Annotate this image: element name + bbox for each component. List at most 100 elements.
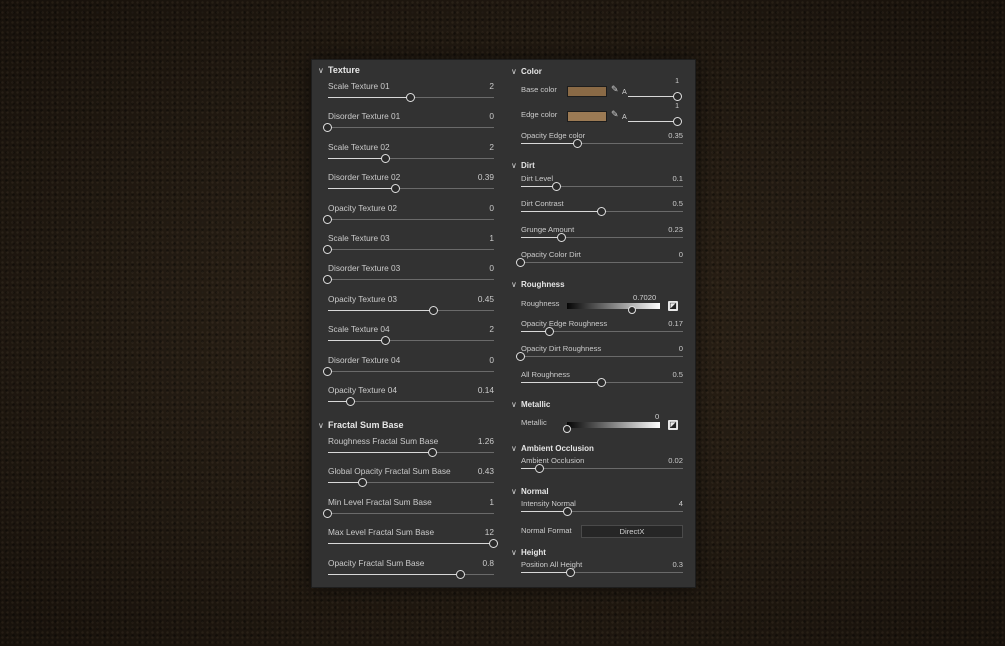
slider-knob[interactable] [566,568,576,577]
slider-knob[interactable] [545,327,555,336]
slider-knob[interactable] [628,306,637,314]
slider-knob[interactable] [323,214,332,224]
param-slider[interactable] [323,366,494,376]
section-fractal-header[interactable]: ∨ Fractal Sum Base [318,419,404,431]
chevron-down-icon[interactable]: ∨ [318,421,328,430]
param-slider[interactable] [521,232,683,242]
slider-knob[interactable] [346,397,356,406]
slider-knob[interactable] [357,478,367,488]
param-row: Scale Texture 01 2 [328,81,494,111]
section-texture-header[interactable]: ∨ Texture [318,64,360,76]
param-slider[interactable] [323,245,494,254]
param-slider[interactable] [521,507,683,516]
eyedropper-icon[interactable]: ✎ [611,84,619,95]
param-slider[interactable] [328,184,494,194]
param-slider[interactable] [328,569,494,579]
slider-knob[interactable] [323,123,332,133]
param-slider[interactable] [328,153,494,163]
base-color-swatch[interactable] [567,86,607,97]
section-color-header[interactable]: ∨ Color [511,65,542,77]
slider-knob[interactable] [391,184,401,194]
param-value: 1.26 [477,436,494,446]
section-height-header[interactable]: ∨ Height [511,546,546,558]
chevron-down-icon[interactable]: ∨ [511,280,521,289]
param-slider[interactable] [328,539,498,549]
param-slider[interactable] [328,397,494,406]
slider-knob[interactable] [535,464,545,473]
param-slider[interactable] [328,336,494,346]
slider-knob[interactable] [323,275,332,285]
param-row: Intensity Normal 4 [521,499,683,524]
param-slider[interactable] [521,182,683,191]
chevron-down-icon[interactable]: ∨ [511,444,521,453]
roughness-gradient-slider[interactable] [567,303,660,314]
param-slider[interactable] [521,377,683,387]
slider-knob[interactable] [563,425,571,433]
chevron-down-icon[interactable]: ∨ [511,487,521,496]
chevron-down-icon[interactable]: ∨ [318,66,328,75]
param-slider[interactable] [521,464,683,473]
chevron-down-icon[interactable]: ∨ [511,67,521,76]
param-value: 1 [489,496,494,507]
alpha-slider[interactable] [628,92,682,101]
param-row: Dirt Level 0.1 [521,174,683,199]
param-label: Opacity Color Dirt [521,250,581,260]
param-slider[interactable] [521,568,683,577]
slider-knob[interactable] [427,448,437,457]
param-slider[interactable] [328,448,494,457]
slider-knob[interactable] [597,377,606,387]
section-title: Roughness [521,279,565,289]
slider-knob[interactable] [323,508,332,518]
slider-knob[interactable] [429,305,439,315]
section-metallic-header[interactable]: ∨ Metallic [511,398,550,410]
slider-knob[interactable] [597,207,606,217]
slider-knob[interactable] [455,569,465,579]
param-slider[interactable] [516,258,683,268]
metallic-gradient-slider[interactable] [563,422,660,433]
edge-color-swatch[interactable] [567,111,607,122]
section-dirt-header[interactable]: ∨ Dirt [511,159,535,171]
slider-knob[interactable] [381,336,391,346]
normal-format-select[interactable]: DirectX [581,525,683,538]
param-slider[interactable] [323,508,494,518]
chevron-down-icon[interactable]: ∨ [511,400,521,409]
slider-knob[interactable] [551,182,561,191]
slider-knob[interactable] [323,245,332,254]
slider-knob[interactable] [673,117,682,126]
param-value: 0.23 [668,224,683,234]
param-slider[interactable] [521,327,683,336]
section-ao-header[interactable]: ∨ Ambient Occlusion [511,442,594,454]
param-slider[interactable] [521,207,683,217]
metallic-value: 0 [655,412,660,421]
slider-knob[interactable] [562,507,572,516]
eyedropper-icon[interactable]: ✎ [611,109,619,120]
gradient-toggle-icon[interactable]: ◪ [668,301,678,311]
gradient-toggle-icon[interactable]: ◪ [668,420,678,430]
slider-knob[interactable] [381,153,391,163]
slider-knob[interactable] [556,232,566,242]
slider-knob[interactable] [323,366,332,376]
slider-knob[interactable] [406,93,415,102]
chevron-down-icon[interactable]: ∨ [511,548,521,557]
slider-knob[interactable] [516,352,525,362]
slider-knob[interactable] [673,92,682,101]
param-row: Opacity Edge Roughness 0.17 [521,319,683,344]
param-slider[interactable] [323,214,494,224]
chevron-down-icon[interactable]: ∨ [511,161,521,170]
param-slider[interactable] [323,123,494,133]
param-slider[interactable] [516,352,683,362]
section-normal-header[interactable]: ∨ Normal [511,485,549,497]
param-slider[interactable] [323,275,494,285]
section-roughness-header[interactable]: ∨ Roughness [511,278,565,290]
slider-knob[interactable] [516,258,525,268]
slider-fill [328,97,411,98]
alpha-slider[interactable] [628,117,682,126]
slider-fill [521,511,568,512]
param-slider[interactable] [521,139,683,148]
param-slider[interactable] [328,478,494,488]
param-slider[interactable] [328,93,494,102]
slider-knob[interactable] [572,139,582,148]
alpha-value: 1 [675,103,679,110]
param-slider[interactable] [328,305,494,315]
slider-knob[interactable] [489,539,498,549]
